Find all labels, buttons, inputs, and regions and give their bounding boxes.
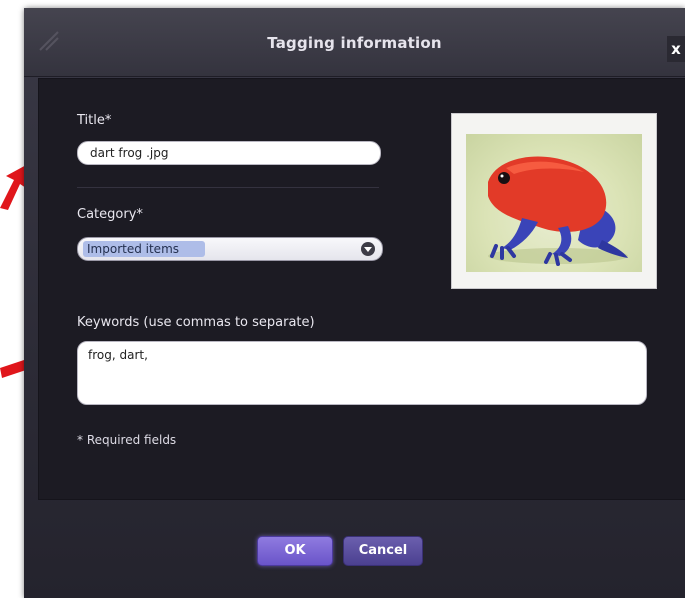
divider: [77, 187, 379, 188]
cancel-button[interactable]: Cancel: [343, 536, 423, 566]
category-select[interactable]: Imported items: [77, 237, 383, 261]
form-panel: Title* dart frog .jpg Category* Imported…: [38, 78, 685, 500]
tagging-dialog: Tagging information x Title* dart frog .…: [24, 8, 685, 598]
title-input[interactable]: dart frog .jpg: [77, 141, 381, 165]
ok-button[interactable]: OK: [257, 536, 333, 566]
dropdown-arrow-icon[interactable]: [361, 242, 375, 256]
image-preview: [451, 113, 657, 289]
close-button[interactable]: x: [667, 36, 685, 62]
frog-image: [466, 134, 642, 272]
dialog-title: Tagging information: [267, 34, 442, 52]
title-label: Title*: [77, 113, 112, 128]
dialog-titlebar[interactable]: Tagging information x: [24, 8, 685, 77]
screenshot-stage: Tagging information x Title* dart frog .…: [0, 0, 685, 598]
required-fields-note: * Required fields: [77, 433, 177, 447]
keywords-label: Keywords (use commas to separate): [77, 315, 315, 330]
category-selected-value: Imported items: [83, 241, 205, 257]
category-label: Category*: [77, 207, 143, 222]
keywords-textarea[interactable]: frog, dart,: [77, 341, 647, 405]
frog-illustration: [488, 156, 628, 266]
